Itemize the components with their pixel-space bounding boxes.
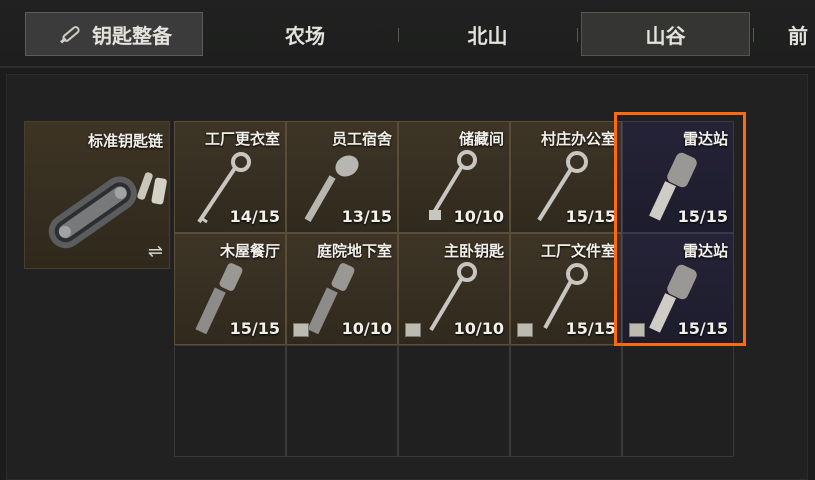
key-name: 雷达站 [682,130,728,148]
tab-valley[interactable]: 山谷 [581,12,750,56]
box-icon [517,323,533,337]
key-count: 10/10 [341,319,392,338]
keyring-card[interactable]: 标准钥匙链 ⇌ [24,121,170,269]
empty-key-slot[interactable] [286,345,398,457]
key-slot[interactable]: 主卧钥匙 10/10 [398,233,510,345]
tab-keyring-label: 钥匙整备 [92,23,172,48]
key-name: 工厂更衣室 [204,130,280,148]
key-count: 10/10 [453,319,504,338]
key-count: 10/10 [453,207,504,226]
key-slot[interactable]: 工厂文件室 15/15 [510,233,622,345]
key-count: 15/15 [677,319,728,338]
empty-key-slot[interactable] [398,345,510,457]
key-count: 15/15 [677,207,728,226]
key-count: 14/15 [229,207,280,226]
key-name: 村庄办公室 [540,130,616,148]
key-name: 主卧钥匙 [443,242,504,260]
key-slot[interactable]: 工厂更衣室 14/15 [174,121,286,233]
key-name: 员工宿舍 [331,130,392,148]
key-slot-radar-station[interactable]: 雷达站 15/15 [622,233,734,345]
swap-icon[interactable]: ⇌ [148,241,163,262]
key-grid: 工厂更衣室 14/15 员工宿舍 13/15 储藏间 10/10 村庄办公室 1… [174,121,736,458]
empty-key-slot[interactable] [174,345,286,457]
tab-farm[interactable]: 农场 [230,12,380,56]
key-name: 庭院地下室 [316,242,392,260]
box-icon [293,323,309,337]
empty-key-slot[interactable] [510,345,622,457]
tab-north-mountain[interactable]: 北山 [410,12,565,56]
key-slot[interactable]: 村庄办公室 15/15 [510,121,622,233]
key-slot[interactable]: 庭院地下室 10/10 [286,233,398,345]
key-count: 15/15 [565,319,616,338]
tab-farm-label: 农场 [285,23,325,48]
tab-next-partial[interactable]: 前 [788,12,815,56]
tab-north-mountain-label: 北山 [467,23,508,48]
tab-divider [753,28,754,42]
key-slot[interactable]: 储藏间 10/10 [398,121,510,233]
key-icon [60,26,80,44]
tab-divider [577,28,578,42]
box-icon [405,323,421,337]
key-count: 15/15 [565,207,616,226]
box-icon [629,323,645,337]
key-count: 13/15 [341,207,392,226]
key-name: 木屋餐厅 [219,242,280,260]
key-count: 15/15 [229,319,280,338]
key-name: 雷达站 [682,242,728,260]
key-name: 工厂文件室 [540,242,616,260]
empty-key-slot[interactable] [622,345,734,457]
tab-divider [398,28,399,42]
top-tab-bar: 钥匙整备 农场 北山 山谷 前 [0,0,815,68]
key-slot-radar-station[interactable]: 雷达站 15/15 [622,121,734,233]
key-slot[interactable]: 员工宿舍 13/15 [286,121,398,233]
tab-next-partial-label: 前 [788,23,808,48]
tab-keyring[interactable]: 钥匙整备 [25,12,203,56]
tab-valley-label: 山谷 [645,23,686,48]
key-name: 储藏间 [458,130,504,148]
key-slot[interactable]: 木屋餐厅 15/15 [174,233,286,345]
